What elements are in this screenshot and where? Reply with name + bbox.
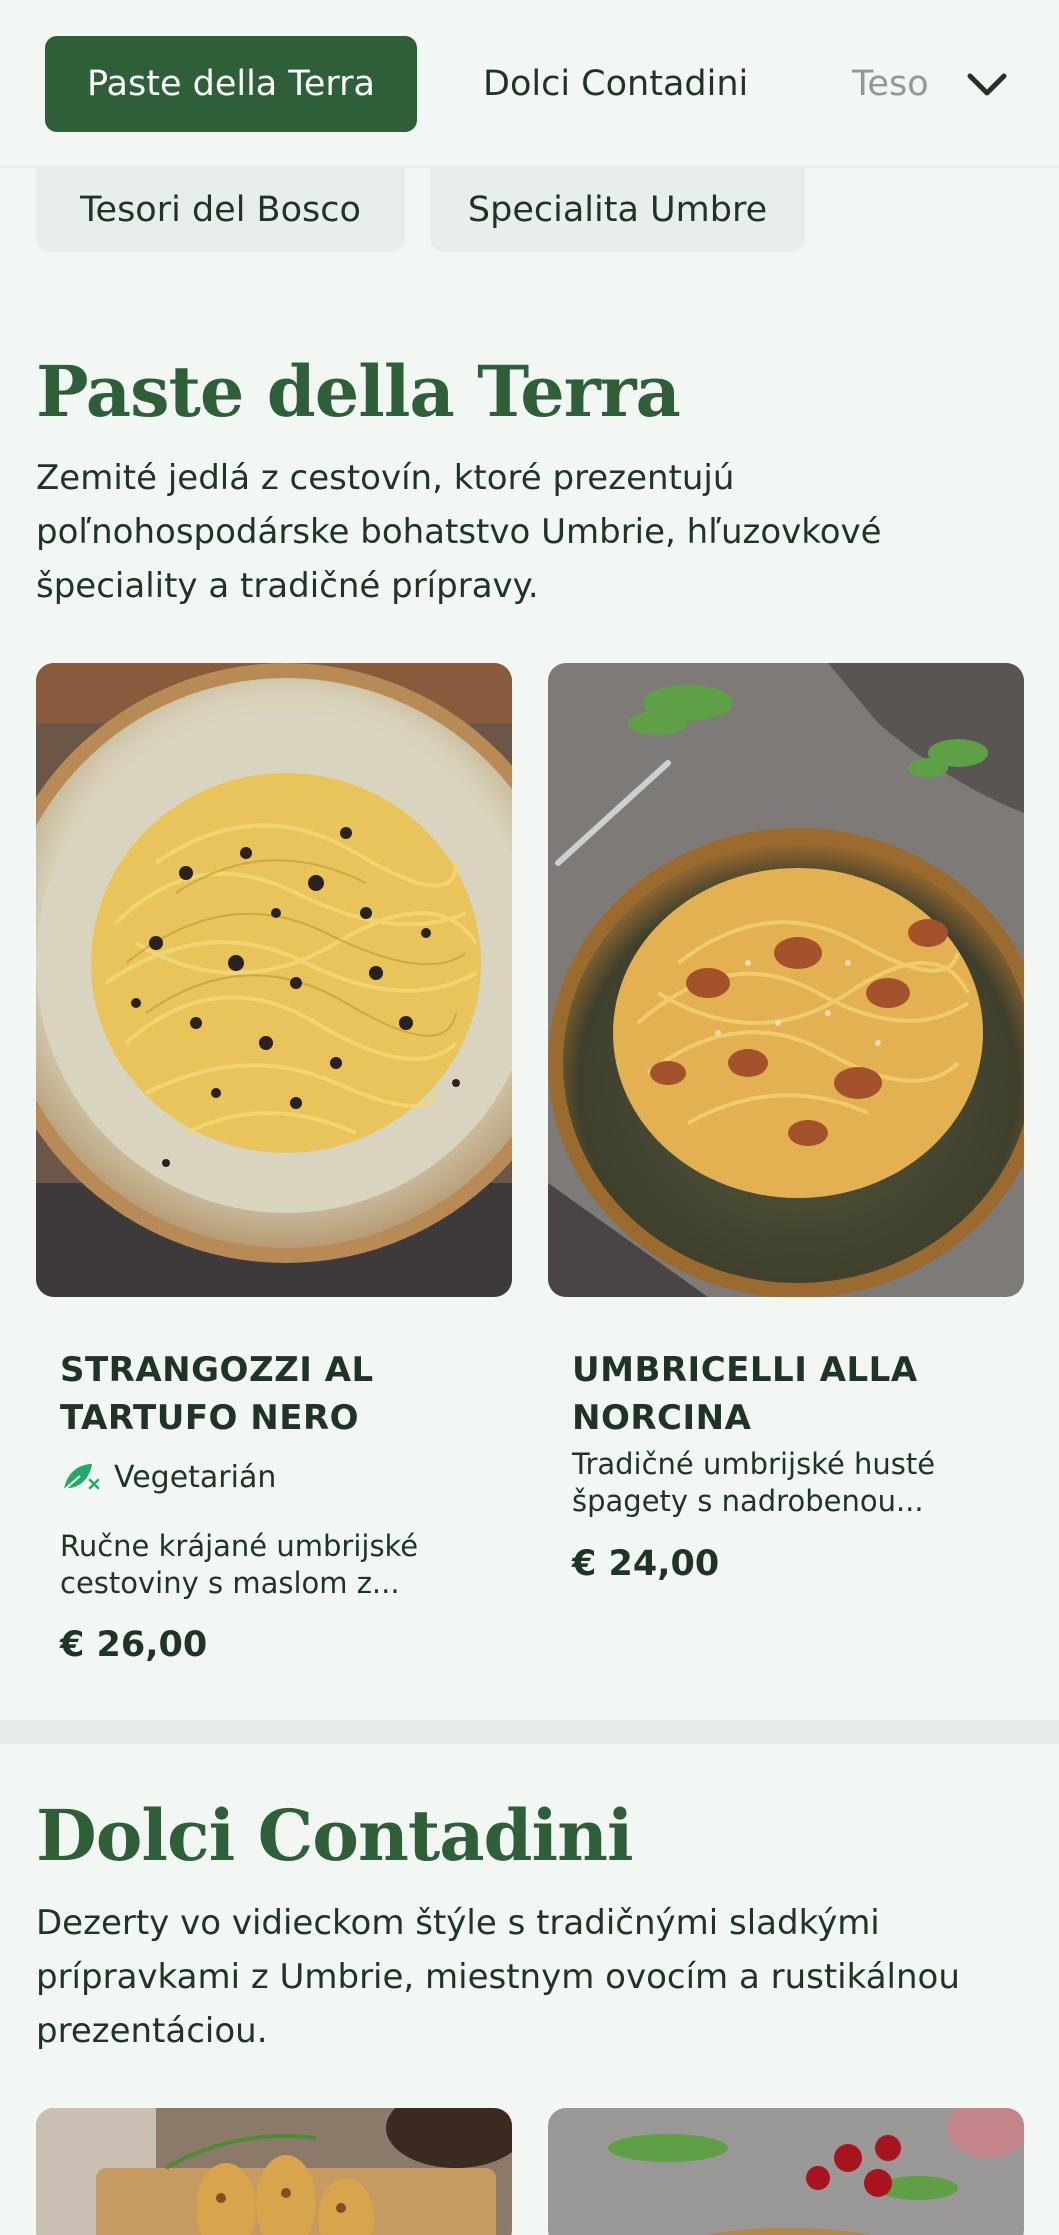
dish-image-strangozzi[interactable] xyxy=(36,663,512,1297)
dish-price: € 24,00 xyxy=(572,1544,720,1584)
category-nav: Paste della Terra Dolci Contadini Teso xyxy=(0,0,1059,168)
dish-image-dolci-2[interactable] xyxy=(548,2108,1024,2235)
section-title: Dolci Contadini xyxy=(36,1794,634,1877)
category-overflow-list: Tesori del Bosco Specialita Umbre xyxy=(0,168,1059,252)
tab-paste-della-terra[interactable]: Paste della Terra xyxy=(45,36,417,132)
dish-description: Tradičné umbrijské husté špagety s nadro… xyxy=(572,1447,936,1518)
section-description: Zemité jedlá z cestovín, ktoré prezentuj… xyxy=(36,458,882,606)
dietary-tag: Vegetarián xyxy=(60,1458,276,1496)
dish-price: € 26,00 xyxy=(60,1625,208,1665)
tab-dolci-contadini[interactable]: Dolci Contadini xyxy=(483,36,748,132)
dish-description: Ručne krájané umbrijské cestoviny s masl… xyxy=(60,1529,419,1600)
chip-tesori-del-bosco[interactable]: Tesori del Bosco xyxy=(36,168,405,252)
dish-image-dolci-1[interactable] xyxy=(36,2108,512,2235)
dish-name: UMBRICELLI ALLA NORCINA xyxy=(572,1350,918,1438)
section-description: Dezerty vo vidieckom štýle s tradičnými … xyxy=(36,1903,960,2051)
leaf-icon xyxy=(63,1464,100,1491)
dietary-tag-label: Vegetarián xyxy=(114,1459,277,1495)
chip-specialita-umbre[interactable]: Specialita Umbre xyxy=(430,168,805,252)
section-title: Paste della Terra xyxy=(36,350,681,433)
section-divider xyxy=(0,1720,1059,1744)
tab-tesori-del-bosco[interactable]: Teso xyxy=(852,36,934,132)
dish-name: STRANGOZZI AL TARTUFO NERO xyxy=(60,1350,374,1438)
chevron-down-icon[interactable] xyxy=(962,60,1012,110)
dish-image-umbricelli[interactable] xyxy=(548,663,1024,1297)
